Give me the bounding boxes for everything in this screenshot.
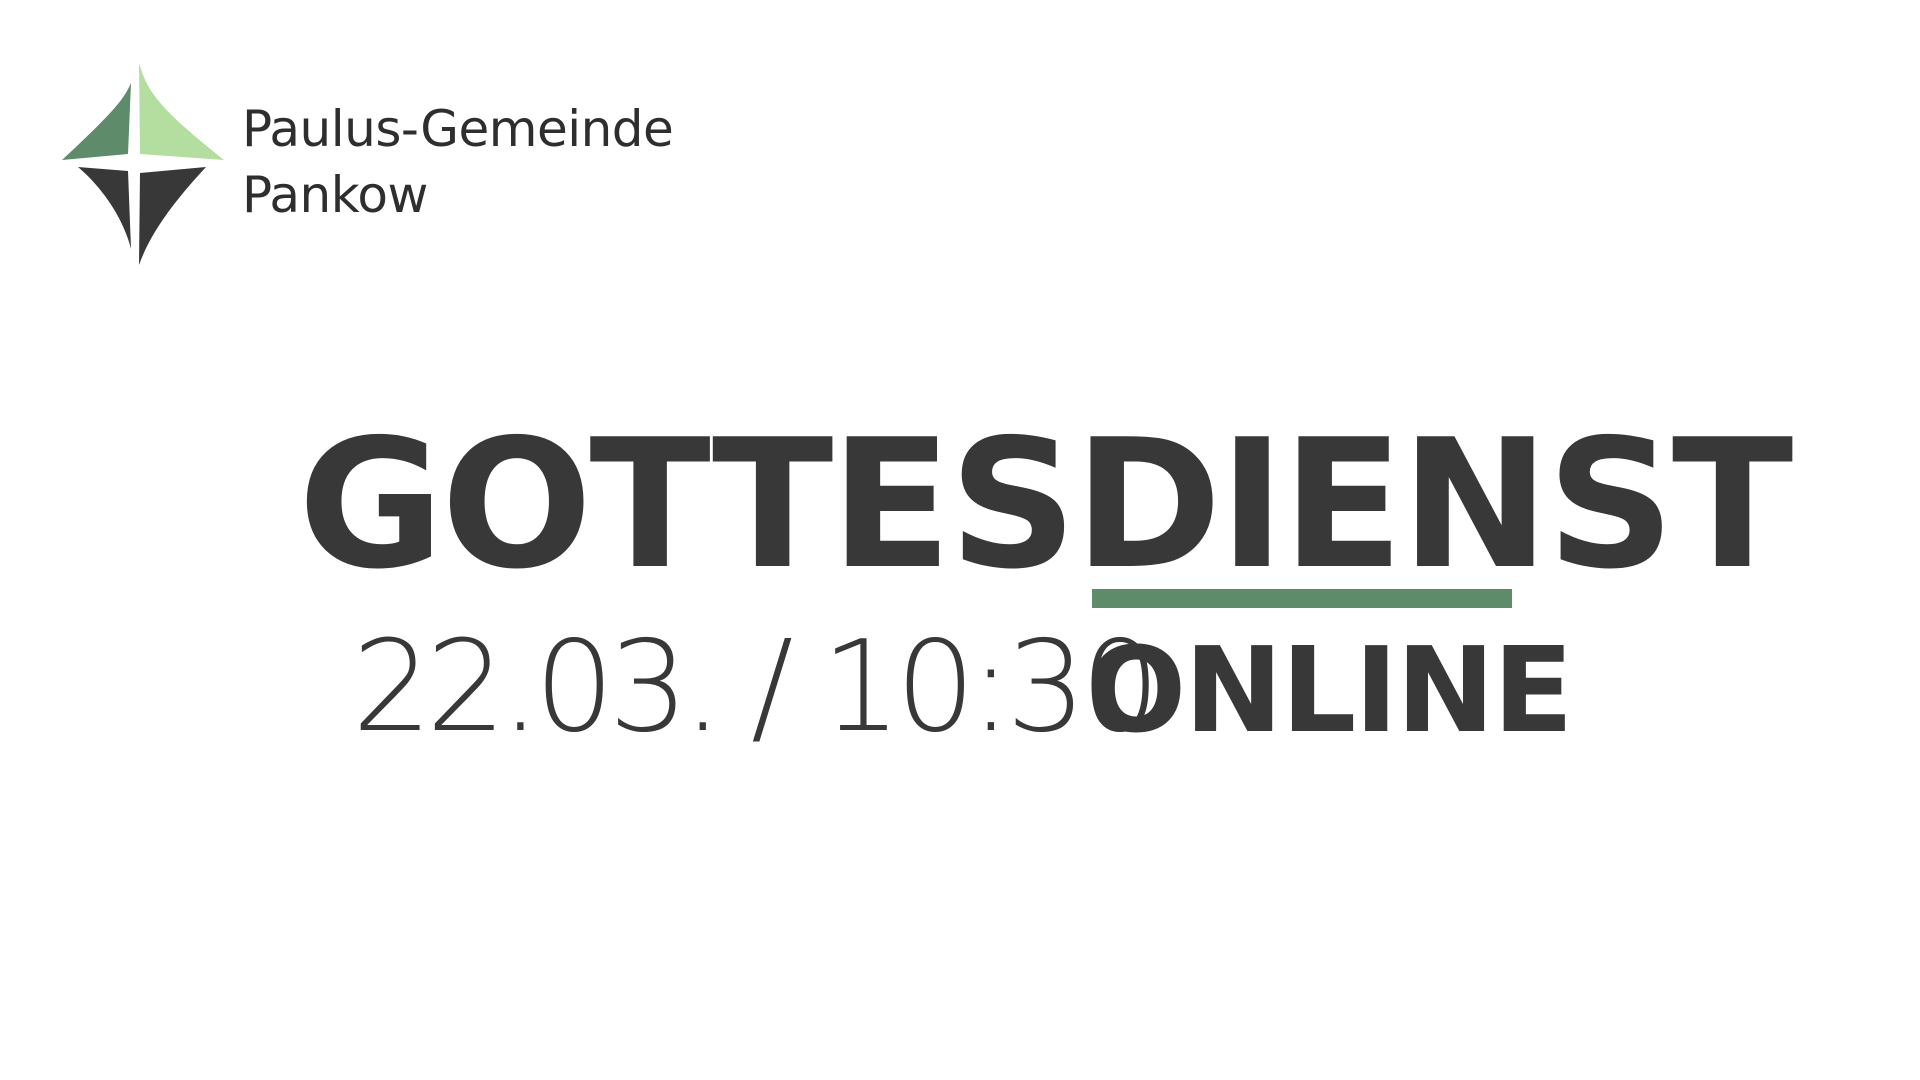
- four-point-star-logo-icon: [62, 63, 224, 265]
- organization-name-line2: Pankow: [242, 166, 428, 224]
- event-mode: ONLINE: [1086, 621, 1574, 759]
- accent-underline: [1092, 589, 1512, 608]
- organization-name: Paulus-Gemeinde Pankow: [242, 96, 674, 228]
- event-datetime: 22.03. / 10:30: [352, 613, 1160, 760]
- organization-name-line1: Paulus-Gemeinde: [242, 100, 674, 158]
- event-title: GOTTESDIENST: [298, 401, 1793, 608]
